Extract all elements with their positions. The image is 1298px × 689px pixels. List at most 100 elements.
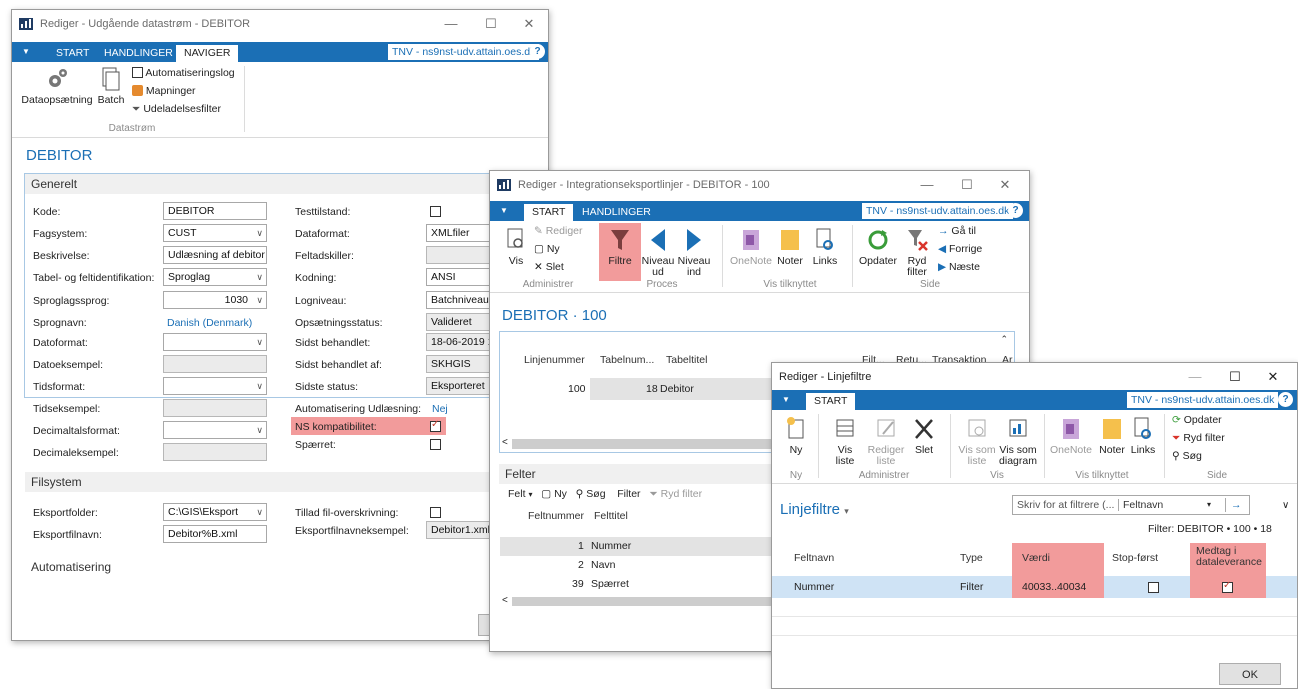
col-stop-foerst[interactable]: Stop-først xyxy=(1112,552,1158,564)
niveau-ind-button[interactable]: Niveau ind xyxy=(676,227,712,278)
sproglagssprog-dropdown[interactable]: 1030 ∨ xyxy=(163,291,267,309)
felter-ny-button[interactable]: ▢ Ny xyxy=(541,488,567,500)
eksportfolder-dropdown[interactable]: C:\GIS\Eksport ∨ xyxy=(163,503,267,521)
testtilstand-checkbox[interactable] xyxy=(430,206,441,217)
ns-kompatibilitet-checkbox[interactable] xyxy=(430,419,441,432)
col-type[interactable]: Type xyxy=(960,552,983,564)
app-menu-button[interactable]: ▼ xyxy=(772,390,800,410)
links-button[interactable]: Links xyxy=(1128,416,1158,456)
col-feltnavn[interactable]: Feltnavn xyxy=(794,552,834,564)
search-go-icon[interactable]: → xyxy=(1231,496,1242,514)
help-icon[interactable]: ? xyxy=(1278,392,1293,407)
gaa-til-button[interactable]: → Gå til xyxy=(938,225,976,237)
fasttab-filsystem[interactable]: Filsystem xyxy=(25,472,545,492)
naeste-button[interactable]: ▶ Næste xyxy=(938,261,980,273)
col-feltnummer[interactable]: Feltnummer xyxy=(528,510,584,522)
col-tabeltitel[interactable]: Tabeltitel xyxy=(666,354,707,366)
opdater-button[interactable]: ⟳ Opdater xyxy=(1172,414,1222,426)
fagsystem-dropdown[interactable]: CUST ∨ xyxy=(163,224,267,242)
collapse-up-icon[interactable]: ⌃ xyxy=(1000,334,1008,345)
felter-soeg-button[interactable]: ⚲ Søg xyxy=(576,488,606,500)
tab-naviger[interactable]: NAVIGER xyxy=(176,45,239,62)
felt-menu[interactable]: Felt ▾ xyxy=(508,488,532,500)
tabel-feltid-dropdown[interactable]: Sproglag ∨ xyxy=(163,268,267,286)
tab-handlinger[interactable]: HANDLINGER xyxy=(574,204,659,221)
forrige-button[interactable]: ◀ Forrige xyxy=(938,243,982,255)
vis-som-diagram-button[interactable]: Vis som diagram xyxy=(996,416,1040,467)
tidsformat-dropdown[interactable]: ∨ xyxy=(163,377,267,395)
rediger-liste-button[interactable]: Rediger liste xyxy=(866,416,906,467)
help-icon[interactable]: ? xyxy=(530,44,545,59)
tab-start[interactable]: START xyxy=(806,393,856,410)
collapse-chevron-icon[interactable]: ∨ xyxy=(1282,500,1289,511)
fasttab-generelt[interactable]: Generelt xyxy=(25,174,545,194)
ny-button[interactable]: ▢ Ny xyxy=(534,243,560,255)
felter-filter-button[interactable]: Filter xyxy=(617,488,640,500)
col-medtag[interactable]: Medtag i dataleverance xyxy=(1196,546,1266,568)
automatisering-udlaesning-value[interactable]: Nej xyxy=(432,403,448,415)
ryd-filter-button[interactable]: Ryd filter xyxy=(900,227,934,278)
spaerret-checkbox[interactable] xyxy=(430,439,441,450)
vis-button[interactable]: Vis xyxy=(502,227,530,267)
dataopsaetning-button[interactable]: Dataopsætning xyxy=(20,66,94,106)
help-icon[interactable]: ? xyxy=(1008,203,1023,218)
noter-button[interactable]: Noter xyxy=(774,227,806,267)
page-title[interactable]: Linjefiltre ▾ xyxy=(780,501,849,518)
medtag-checkbox[interactable] xyxy=(1222,580,1233,593)
close-icon[interactable]: ✕ xyxy=(998,177,1012,193)
tab-handlinger[interactable]: HANDLINGER xyxy=(96,45,181,62)
stop-foerst-checkbox[interactable] xyxy=(1148,582,1159,593)
close-icon[interactable]: ✕ xyxy=(522,16,536,32)
ryd-filter-button[interactable]: ⏷ Ryd filter xyxy=(1172,432,1225,445)
niveau-ud-button[interactable]: Niveau ud xyxy=(640,227,676,278)
fasttab-automatisering[interactable]: Automatisering xyxy=(25,557,545,577)
datoformat-dropdown[interactable]: ∨ xyxy=(163,333,267,351)
batch-button[interactable]: Batch xyxy=(94,66,128,106)
vis-liste-button[interactable]: Vis liste xyxy=(828,416,862,467)
filter-search-box[interactable]: Skriv for at filtrere (... Feltnavn ▾ → xyxy=(1012,495,1250,515)
app-menu-button[interactable]: ▼ xyxy=(12,42,40,62)
close-icon[interactable]: ✕ xyxy=(1266,369,1280,385)
chevron-down-icon[interactable]: ▾ xyxy=(1207,496,1211,514)
automatiseringslog-button[interactable]: Automatiseringslog xyxy=(132,67,235,79)
app-menu-button[interactable]: ▼ xyxy=(490,201,518,221)
cell-vaerdi[interactable]: 40033..40034 xyxy=(1022,581,1086,593)
slet-button[interactable]: Slet xyxy=(908,416,940,456)
udeladelsesfilter-button[interactable]: ⏷ Udeladelsesfilter xyxy=(132,103,221,116)
mapninger-button[interactable]: Mapninger xyxy=(132,85,196,97)
rediger-button[interactable]: ✎ Rediger xyxy=(534,225,583,237)
slet-button[interactable]: ✕ Slet xyxy=(534,261,564,273)
felter-ryd-filter-button[interactable]: ⏷ Ryd filter xyxy=(649,488,702,500)
soeg-button[interactable]: ⚲ Søg xyxy=(1172,450,1202,462)
minimize-icon[interactable]: — xyxy=(1188,369,1202,384)
sprognavn-link[interactable]: Danish (Denmark) xyxy=(167,317,252,329)
ny-button[interactable]: Ny xyxy=(780,416,812,456)
horizontal-scrollbar[interactable] xyxy=(512,439,772,449)
maximize-icon[interactable]: ☐ xyxy=(960,177,974,193)
ok-button[interactable]: OK xyxy=(1219,663,1281,685)
links-button[interactable]: Links xyxy=(810,227,840,267)
vis-som-liste-button[interactable]: Vis som liste xyxy=(956,416,998,467)
tillad-overskrivning-checkbox[interactable] xyxy=(430,507,441,518)
search-field-name[interactable]: Feltnavn xyxy=(1123,496,1163,514)
noter-button[interactable]: Noter xyxy=(1096,416,1128,456)
horizontal-scrollbar[interactable] xyxy=(512,597,772,606)
kode-field[interactable]: DEBITOR xyxy=(163,202,267,220)
col-tabelnum[interactable]: Tabelnum... xyxy=(600,354,654,366)
minimize-icon[interactable]: — xyxy=(444,16,458,31)
filtre-button[interactable]: Filtre xyxy=(600,227,640,267)
onenote-button[interactable]: OneNote xyxy=(1048,416,1094,456)
onenote-button[interactable]: OneNote xyxy=(728,227,774,267)
eksportfilnavn-field[interactable]: Debitor%B.xml xyxy=(163,525,267,543)
tab-start[interactable]: START xyxy=(524,204,574,221)
opdater-button[interactable]: Opdater xyxy=(858,227,898,267)
decimaltalsformat-dropdown[interactable]: ∨ xyxy=(163,421,267,439)
col-felttitel[interactable]: Felttitel xyxy=(594,510,628,522)
maximize-icon[interactable]: ☐ xyxy=(1228,369,1242,385)
minimize-icon[interactable]: — xyxy=(920,177,934,192)
scroll-left-icon[interactable]: < xyxy=(502,437,508,448)
maximize-icon[interactable]: ☐ xyxy=(484,16,498,32)
beskrivelse-field[interactable]: Udlæsning af debitor xyxy=(163,246,267,264)
scroll-left-icon[interactable]: < xyxy=(502,595,508,606)
col-vaerdi[interactable]: Værdi xyxy=(1022,552,1050,564)
